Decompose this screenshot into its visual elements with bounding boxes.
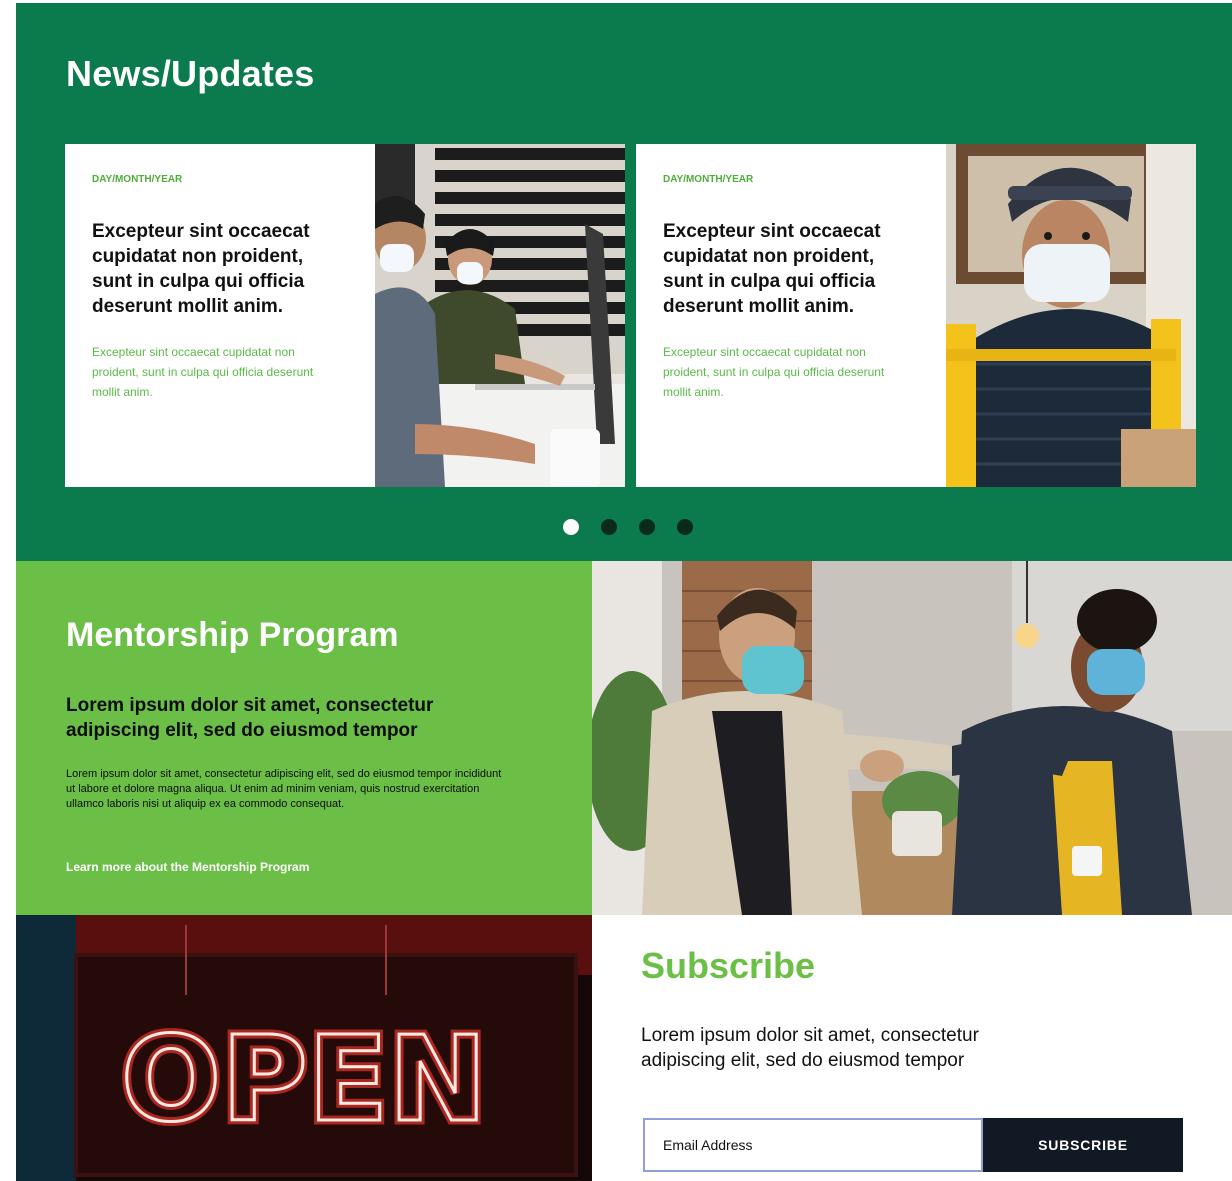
carousel-pagination xyxy=(563,519,693,535)
carousel-dot[interactable] xyxy=(677,519,693,535)
news-card-body: DAY/MONTH/YEAR Excepteur sint occaecat c… xyxy=(636,144,946,487)
subscribe-section: Subscribe Lorem ipsum dolor sit amet, co… xyxy=(592,915,1232,1181)
news-card[interactable]: DAY/MONTH/YEAR Excepteur sint occaecat c… xyxy=(636,144,1196,487)
mentorship-body: Lorem ipsum dolor sit amet, consectetur … xyxy=(66,768,502,810)
open-sign-text: OPEN xyxy=(121,1010,487,1148)
news-card-date: DAY/MONTH/YEAR xyxy=(663,174,754,185)
mentorship-title: Mentorship Program xyxy=(66,616,399,654)
mentorship-learn-more-link[interactable]: Learn more about the Mentorship Program xyxy=(66,860,309,874)
news-card[interactable]: DAY/MONTH/YEAR Excepteur sint occaecat c… xyxy=(65,144,625,487)
carousel-dot[interactable] xyxy=(601,519,617,535)
news-section: News/Updates DAY/MONTH/YEAR Excepteur si… xyxy=(16,3,1232,561)
carousel-dot-active[interactable] xyxy=(563,519,579,535)
news-card-excerpt: Excepteur sint occaecat cupidatat non pr… xyxy=(92,345,314,399)
news-title: News/Updates xyxy=(66,53,315,94)
news-card-date: DAY/MONTH/YEAR xyxy=(92,174,183,185)
carousel-dot[interactable] xyxy=(639,519,655,535)
news-card-headline[interactable]: Excepteur sint occaecat cupidatat non pr… xyxy=(663,219,913,319)
news-card-excerpt: Excepteur sint occaecat cupidatat non pr… xyxy=(663,345,885,399)
email-input[interactable] xyxy=(643,1118,983,1172)
open-sign-photo: OPEN OPEN xyxy=(16,915,592,1181)
news-card-headline[interactable]: Excepteur sint occaecat cupidatat non pr… xyxy=(92,219,342,319)
news-card-body: DAY/MONTH/YEAR Excepteur sint occaecat c… xyxy=(65,144,375,487)
subscribe-title: Subscribe xyxy=(641,945,816,986)
elbow-bump-photo xyxy=(592,561,1232,915)
subscribe-form: SUBSCRIBE xyxy=(643,1118,1183,1172)
subscribe-text: Lorem ipsum dolor sit amet, consectetur … xyxy=(641,1025,979,1071)
courier-photo xyxy=(946,144,1196,487)
mentorship-section: Mentorship Program Lorem ipsum dolor sit… xyxy=(16,561,592,915)
mentorship-subtitle: Lorem ipsum dolor sit amet, consectetur … xyxy=(66,695,434,741)
page: News/Updates DAY/MONTH/YEAR Excepteur si… xyxy=(0,0,1232,1181)
office-workers-photo xyxy=(375,144,625,487)
subscribe-button[interactable]: SUBSCRIBE xyxy=(983,1118,1183,1172)
